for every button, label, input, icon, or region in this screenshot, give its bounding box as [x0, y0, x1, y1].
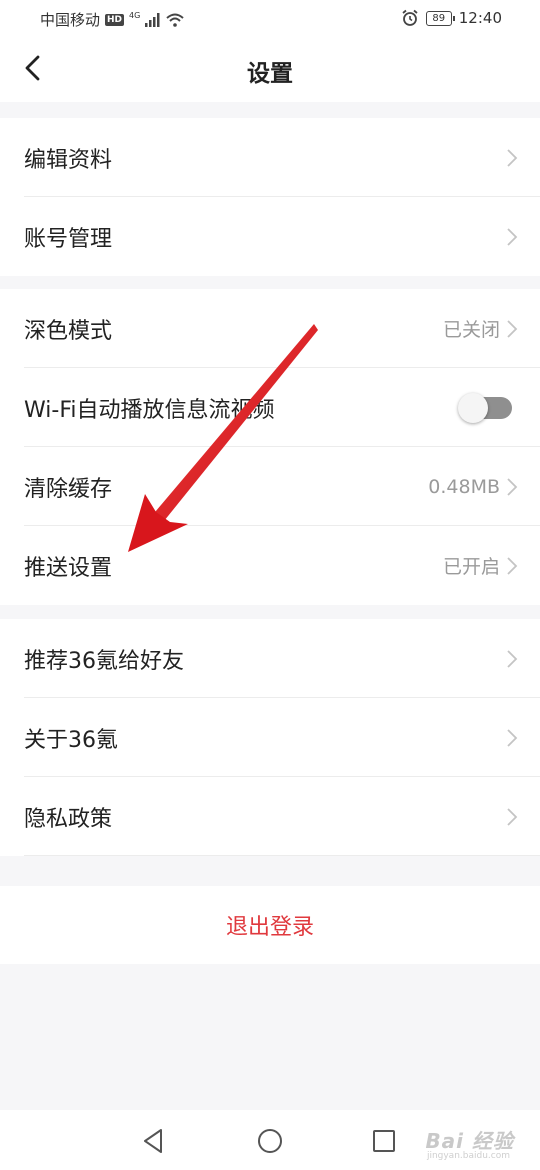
- row-account-management[interactable]: 账号管理: [0, 197, 540, 276]
- carrier-name: 中国移动: [40, 11, 101, 29]
- row-right: 已开启: [443, 526, 518, 605]
- row-label: 清除缓存: [24, 476, 113, 502]
- row-label: 推荐36氪给好友: [24, 648, 184, 674]
- row-right: [506, 619, 518, 698]
- divider: [24, 855, 540, 856]
- row-push-settings[interactable]: 推送设置 已开启: [0, 526, 540, 605]
- row-right: 0.48MB: [428, 447, 518, 526]
- row-dark-mode[interactable]: 深色模式 已关闭: [0, 289, 540, 368]
- row-value: 0.48MB: [428, 475, 500, 498]
- page-title: 设置: [247, 61, 293, 87]
- network-type: 4G: [129, 10, 141, 20]
- chevron-right-icon: [507, 649, 518, 668]
- status-left: 中国移动 HD 4G: [40, 9, 184, 30]
- hd-badge: HD: [105, 13, 125, 26]
- row-label: 深色模式: [24, 318, 113, 344]
- row-value: 已关闭: [442, 319, 500, 341]
- status-right: 89 12:40: [401, 9, 502, 27]
- back-triangle-icon[interactable]: [136, 1124, 170, 1158]
- chevron-right-icon: [507, 556, 518, 575]
- row-clear-cache[interactable]: 清除缓存 0.48MB: [0, 447, 540, 526]
- nav-header: 设置: [0, 36, 540, 102]
- chevron-right-icon: [507, 728, 518, 747]
- row-label: 关于36氪: [24, 727, 118, 753]
- logout-button[interactable]: 退出登录: [0, 886, 540, 964]
- status-bar: 中国移动 HD 4G 89 12:40: [0, 0, 540, 36]
- toggle-knob: [458, 392, 488, 423]
- row-edit-profile[interactable]: 编辑资料: [0, 118, 540, 197]
- row-right: [506, 197, 518, 276]
- row-about[interactable]: 关于36氪: [0, 698, 540, 777]
- watermark-logo: Bai 经验: [425, 1129, 514, 1153]
- row-value: 已开启: [442, 556, 500, 578]
- signal-icon: [145, 12, 160, 27]
- row-recommend[interactable]: 推荐36氪给好友: [0, 619, 540, 698]
- row-label: 推送设置: [24, 555, 113, 581]
- row-label: Wi-Fi自动播放信息流视频: [24, 397, 275, 423]
- watermark-url: jingyan.baidu.com: [426, 1151, 510, 1161]
- chevron-right-icon: [507, 148, 518, 167]
- recents-square-icon[interactable]: [367, 1124, 401, 1158]
- row-label: 账号管理: [24, 226, 113, 252]
- wifi-icon: [166, 13, 184, 27]
- chevron-right-icon: [507, 319, 518, 338]
- row-privacy-policy[interactable]: 隐私政策: [0, 777, 540, 856]
- row-label: 编辑资料: [24, 147, 113, 173]
- row-right: [458, 368, 518, 447]
- battery-icon: 89: [425, 10, 455, 26]
- wifi-autoplay-toggle[interactable]: [458, 392, 512, 423]
- settings-group-profile: 编辑资料 账号管理: [0, 118, 540, 276]
- row-right: [506, 777, 518, 856]
- settings-group-preferences: 深色模式 已关闭 Wi-Fi自动播放信息流视频 清除缓存 0.48MB 推送设置…: [0, 289, 540, 605]
- row-right: [506, 698, 518, 777]
- row-right: [506, 118, 518, 197]
- row-label: 隐私政策: [24, 806, 113, 832]
- settings-group-about: 推荐36氪给好友 关于36氪 隐私政策: [0, 619, 540, 856]
- chevron-right-icon: [507, 227, 518, 246]
- row-right: 已关闭: [443, 289, 518, 368]
- chevron-right-icon: [507, 477, 518, 496]
- clock: 12:40: [458, 9, 502, 27]
- alarm-icon: [402, 9, 418, 26]
- home-circle-icon[interactable]: [253, 1124, 287, 1158]
- row-wifi-autoplay: Wi-Fi自动播放信息流视频: [0, 368, 540, 447]
- chevron-right-icon: [507, 807, 518, 826]
